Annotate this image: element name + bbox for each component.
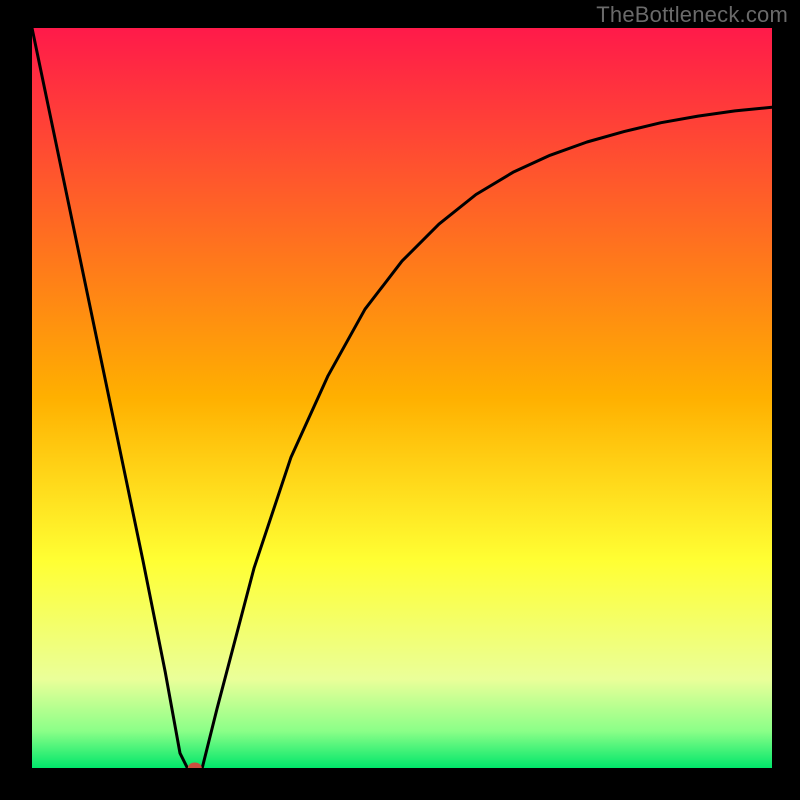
chart-frame: TheBottleneck.com [0, 0, 800, 800]
watermark-text: TheBottleneck.com [596, 2, 788, 28]
chart-svg [32, 28, 772, 768]
gradient-background [32, 28, 772, 768]
plot-area [32, 28, 772, 768]
